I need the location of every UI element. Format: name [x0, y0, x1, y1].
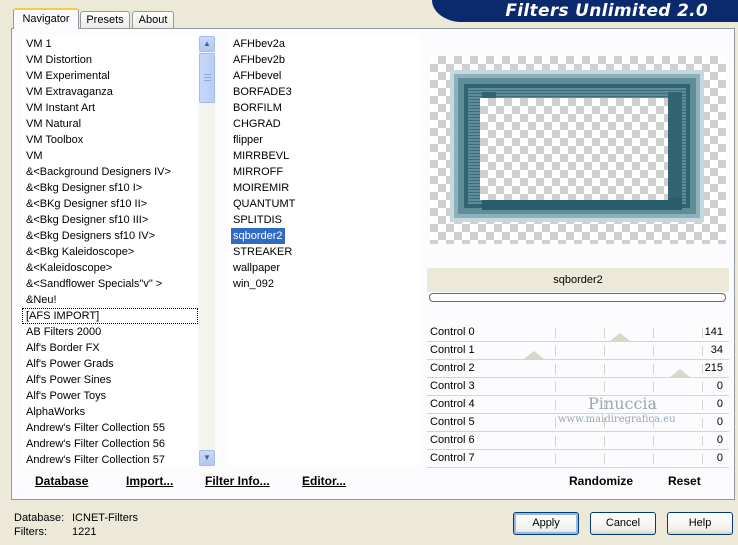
- scroll-up-button[interactable]: ▲: [199, 36, 215, 52]
- list-item[interactable]: VM Natural: [22, 116, 198, 132]
- list-item[interactable]: MIRRBEVL: [229, 148, 419, 164]
- control-slider-0[interactable]: Control 0 141: [427, 324, 729, 342]
- current-filter-name: sqborder2: [427, 268, 729, 292]
- slider-thumb[interactable]: [524, 351, 545, 359]
- list-item[interactable]: VM Distortion: [22, 52, 198, 68]
- list-item[interactable]: &<BKg Designer sf10 II>: [22, 196, 198, 212]
- list-item[interactable]: flipper: [229, 132, 419, 148]
- control-value: 0: [716, 380, 723, 392]
- scroll-thumb[interactable]: [199, 53, 215, 103]
- control-value: 141: [704, 326, 723, 338]
- control-label: Control 1: [430, 344, 475, 356]
- list-item[interactable]: VM Toolbox: [22, 132, 198, 148]
- list-item[interactable]: Andrew's Filter Collection 57: [22, 452, 198, 466]
- control-slider-6[interactable]: Control 6 0: [427, 432, 729, 450]
- list-item[interactable]: &<Sandflower Specials"v" >: [22, 276, 198, 292]
- list-item[interactable]: AFHbevel: [229, 68, 419, 84]
- filter-list[interactable]: AFHbev2a AFHbev2b AFHbevel BORFADE3 BORFILM C…: [229, 36, 419, 466]
- scroll-down-button[interactable]: ▼: [199, 450, 215, 466]
- control-slider-1[interactable]: Control 1 34: [427, 342, 729, 360]
- control-value: 34: [710, 344, 723, 356]
- list-item[interactable]: AlphaWorks: [22, 404, 198, 420]
- help-button[interactable]: Help: [667, 512, 733, 535]
- control-label: Control 3: [430, 380, 475, 392]
- control-value: 0: [716, 416, 723, 428]
- control-label: Control 2: [430, 362, 475, 374]
- list-item[interactable]: [AFS IMPORT]: [22, 308, 198, 324]
- database-label: Database:: [14, 512, 65, 524]
- list-item[interactable]: &<Background Designers IV>: [22, 164, 198, 180]
- list-item[interactable]: &<Kaleidoscope>: [22, 260, 198, 276]
- title-banner: Filters Unlimited 2.0: [432, 0, 738, 22]
- control-slider-3[interactable]: Control 3 0: [427, 378, 729, 396]
- list-item[interactable]: VM Experimental: [22, 68, 198, 84]
- editor-button[interactable]: Editor...: [302, 474, 346, 488]
- control-value: 0: [716, 434, 723, 446]
- tab-presets[interactable]: Presets: [80, 11, 130, 28]
- watermark-name: Pinuccia: [588, 394, 658, 413]
- list-item[interactable]: VM Instant Art: [22, 100, 198, 116]
- list-item[interactable]: VM Extravaganza: [22, 84, 198, 100]
- randomize-button[interactable]: Randomize: [569, 474, 633, 488]
- watermark-url: www.maidiregrafica.eu: [558, 414, 676, 425]
- control-slider-2[interactable]: Control 2 215: [427, 360, 729, 378]
- list-item[interactable]: &<Bkg Designer sf10 I>: [22, 180, 198, 196]
- list-item[interactable]: AB Filters 2000: [22, 324, 198, 340]
- list-item[interactable]: AFHbev2a: [229, 36, 419, 52]
- database-button[interactable]: Database: [35, 474, 88, 488]
- list-item[interactable]: Alf's Power Grads: [22, 356, 198, 372]
- reset-button[interactable]: Reset: [668, 474, 701, 488]
- control-label: Control 7: [430, 452, 475, 464]
- list-item[interactable]: Alf's Power Toys: [22, 388, 198, 404]
- list-item[interactable]: Alf's Border FX: [22, 340, 198, 356]
- tab-about[interactable]: About: [132, 11, 174, 28]
- filters-count-label: Filters:: [14, 526, 47, 538]
- list-item[interactable]: BORFILM: [229, 100, 419, 116]
- filter-info-button[interactable]: Filter Info...: [205, 474, 270, 488]
- database-value: ICNET-Filters: [72, 512, 138, 524]
- filter-preview: [430, 56, 726, 244]
- list-item[interactable]: Andrew's Filter Collection 55: [22, 420, 198, 436]
- list-item[interactable]: &<Bkg Kaleidoscope>: [22, 244, 198, 260]
- progress-bar: [429, 293, 726, 302]
- control-label: Control 0: [430, 326, 475, 338]
- list-item[interactable]: CHGRAD: [229, 116, 419, 132]
- filters-count-value: 1221: [72, 526, 97, 538]
- preview-transparent-center: [480, 98, 668, 200]
- list-item[interactable]: Andrew's Filter Collection 56: [22, 436, 198, 452]
- list-item[interactable]: VM: [22, 148, 198, 164]
- list-item[interactable]: win_092: [229, 276, 419, 292]
- list-item[interactable]: MIRROFF: [229, 164, 419, 180]
- list-item[interactable]: wallpaper: [229, 260, 419, 276]
- category-scrollbar[interactable]: ▲ ▼: [199, 36, 215, 466]
- app-title: Filters Unlimited 2.0: [505, 1, 708, 21]
- list-item[interactable]: AFHbev2b: [229, 52, 419, 68]
- control-slider-4[interactable]: Control 4 0: [427, 396, 729, 414]
- control-value: 0: [716, 452, 723, 464]
- cancel-button[interactable]: Cancel: [590, 512, 656, 535]
- list-item[interactable]: QUANTUMT: [229, 196, 419, 212]
- list-item[interactable]: &<Bkg Designers sf10 IV>: [22, 228, 198, 244]
- list-item[interactable]: SPLITDIS: [229, 212, 419, 228]
- category-list[interactable]: VM 1 VM Distortion VM Experimental VM Extra…: [22, 36, 198, 466]
- list-item[interactable]: Alf's Power Sines: [22, 372, 198, 388]
- list-item[interactable]: STREAKER: [229, 244, 419, 260]
- control-label: Control 5: [430, 416, 475, 428]
- control-value: 215: [704, 362, 723, 374]
- slider-thumb[interactable]: [610, 333, 631, 341]
- control-label: Control 6: [430, 434, 475, 446]
- list-item[interactable]: VM 1: [22, 36, 198, 52]
- list-item[interactable]: &<Bkg Designer sf10 III>: [22, 212, 198, 228]
- list-item[interactable]: MOIREMIR: [229, 180, 419, 196]
- control-value: 0: [716, 398, 723, 410]
- import-button[interactable]: Import...: [126, 474, 173, 488]
- list-item[interactable]: &Neu!: [22, 292, 198, 308]
- slider-thumb[interactable]: [669, 369, 690, 377]
- control-label: Control 4: [430, 398, 475, 410]
- list-item[interactable]: BORFADE3: [229, 84, 419, 100]
- list-item[interactable]: sqborder2: [231, 228, 285, 244]
- apply-button[interactable]: Apply: [513, 512, 579, 535]
- control-slider-7[interactable]: Control 7 0: [427, 450, 729, 468]
- tab-navigator[interactable]: Navigator: [13, 8, 79, 29]
